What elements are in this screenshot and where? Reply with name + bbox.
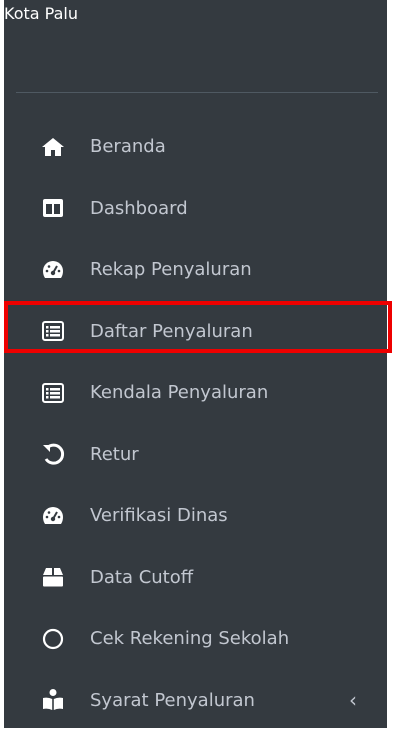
home-icon [40, 134, 66, 160]
circle-icon [40, 626, 66, 652]
undo-icon [40, 441, 66, 467]
sidebar-item-label: Data Cutoff [90, 567, 193, 588]
tachometer-icon [40, 503, 66, 529]
list-icon [40, 380, 66, 406]
sidebar-item-label: Dashboard [90, 198, 188, 219]
sidebar-item-verifikasi-dinas[interactable]: Verifikasi Dinas [4, 485, 387, 547]
sidebar-item-kendala-penyaluran[interactable]: Kendala Penyaluran [4, 362, 387, 424]
sidebar-item-label: Cek Rekening Sekolah [90, 628, 289, 649]
sidebar-item-label: Verifikasi Dinas [90, 505, 228, 526]
sidebar-item-beranda[interactable]: Beranda [4, 116, 387, 178]
sidebar-item-label: Rekap Penyaluran [90, 259, 252, 280]
sidebar-item-retur[interactable]: Retur [4, 424, 387, 486]
sidebar-item-dashboard[interactable]: Dashboard [4, 178, 387, 240]
sidebar-item-syarat-penyaluran[interactable]: Syarat Penyaluran ‹ [4, 670, 387, 731]
sidebar-item-cek-rekening-sekolah[interactable]: Cek Rekening Sekolah [4, 608, 387, 670]
sidebar: Kota Palu Beranda Dashboard Rekap Penyal… [4, 0, 387, 728]
sidebar-item-label: Syarat Penyaluran [90, 690, 255, 711]
sidebar-divider [16, 92, 378, 93]
box-icon [40, 564, 66, 590]
sidebar-item-label: Daftar Penyaluran [90, 321, 253, 342]
sidebar-item-data-cutoff[interactable]: Data Cutoff [4, 547, 387, 609]
sidebar-item-label: Kendala Penyaluran [90, 382, 268, 403]
region-label: Kota Palu [4, 4, 78, 23]
columns-icon [40, 195, 66, 221]
sidebar-item-daftar-penyaluran[interactable]: Daftar Penyaluran [4, 301, 387, 363]
tachometer-icon [40, 257, 66, 283]
reader-icon [40, 687, 66, 713]
list-icon [40, 318, 66, 344]
sidebar-menu: Beranda Dashboard Rekap Penyaluran Dafta… [4, 116, 387, 731]
sidebar-item-label: Beranda [90, 136, 166, 157]
sidebar-item-label: Retur [90, 444, 139, 465]
sidebar-item-rekap-penyaluran[interactable]: Rekap Penyaluran [4, 239, 387, 301]
chevron-left-icon[interactable]: ‹ [349, 690, 357, 710]
